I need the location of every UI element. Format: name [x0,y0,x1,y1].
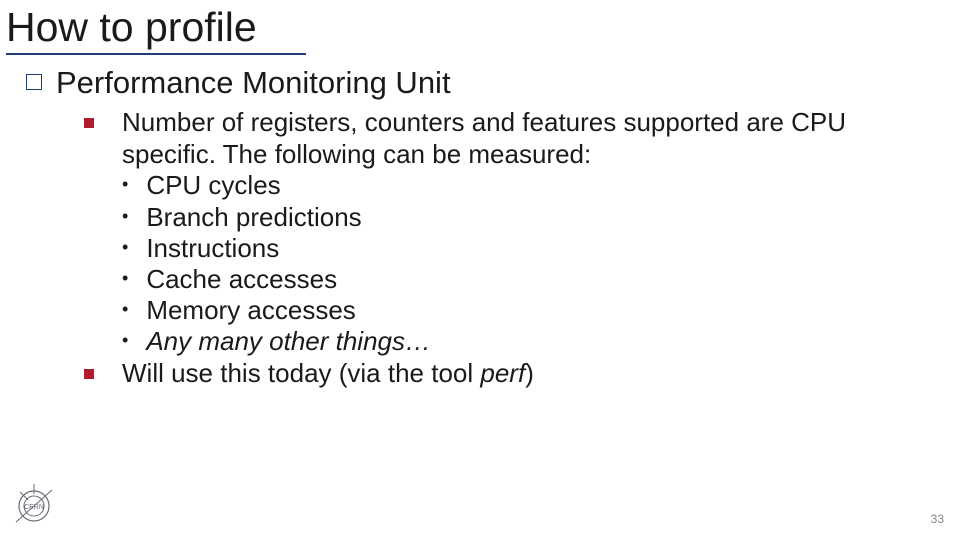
list-item-lvl3: • Any many other things… [122,326,940,357]
lvl3-text: Memory accesses [146,295,356,326]
slide-content: Performance Monitoring Unit Number of re… [0,55,960,389]
dot-bullet-icon: • [122,269,128,287]
dot-bullet-icon: • [122,300,128,318]
cern-logo-icon: CERN [10,482,58,530]
square-bullet-icon [84,118,94,128]
slide: How to profile Performance Monitoring Un… [0,0,960,540]
list-item-lvl3: • Instructions [122,233,940,264]
list-item-lvl2: Will use this today (via the tool perf) [84,358,940,390]
lvl2-group: Number of registers, counters and featur… [26,107,940,389]
page-number: 33 [931,512,944,526]
lvl3-text: Cache accesses [146,264,337,295]
list-item-lvl1: Performance Monitoring Unit [26,65,940,101]
lvl3-text: Instructions [146,233,279,264]
list-item-lvl3: • CPU cycles [122,170,940,201]
square-outline-icon [26,74,42,90]
lvl2-text: Will use this today (via the tool perf) [122,358,534,390]
lvl3-text: CPU cycles [146,170,280,201]
list-item-lvl3: • Memory accesses [122,295,940,326]
lvl1-text: Performance Monitoring Unit [56,65,451,101]
svg-text:CERN: CERN [24,504,44,511]
lvl2-text-prefix: Will use this today (via the tool [122,358,480,388]
dot-bullet-icon: • [122,207,128,225]
square-bullet-icon [84,369,94,379]
list-item-lvl3: • Cache accesses [122,264,940,295]
slide-title: How to profile [0,0,960,51]
lvl2-text-suffix: ) [525,358,534,388]
lvl2-text-italic: perf [480,358,525,388]
lvl3-group: • CPU cycles • Branch predictions • Inst… [84,170,940,357]
lvl3-text: Branch predictions [146,202,361,233]
dot-bullet-icon: • [122,331,128,349]
list-item-lvl3: • Branch predictions [122,202,940,233]
lvl3-text-italic: Any many other things… [146,326,431,357]
dot-bullet-icon: • [122,175,128,193]
dot-bullet-icon: • [122,238,128,256]
list-item-lvl2: Number of registers, counters and featur… [84,107,940,170]
footer-logo: CERN [10,482,58,530]
lvl2-text: Number of registers, counters and featur… [122,107,940,170]
